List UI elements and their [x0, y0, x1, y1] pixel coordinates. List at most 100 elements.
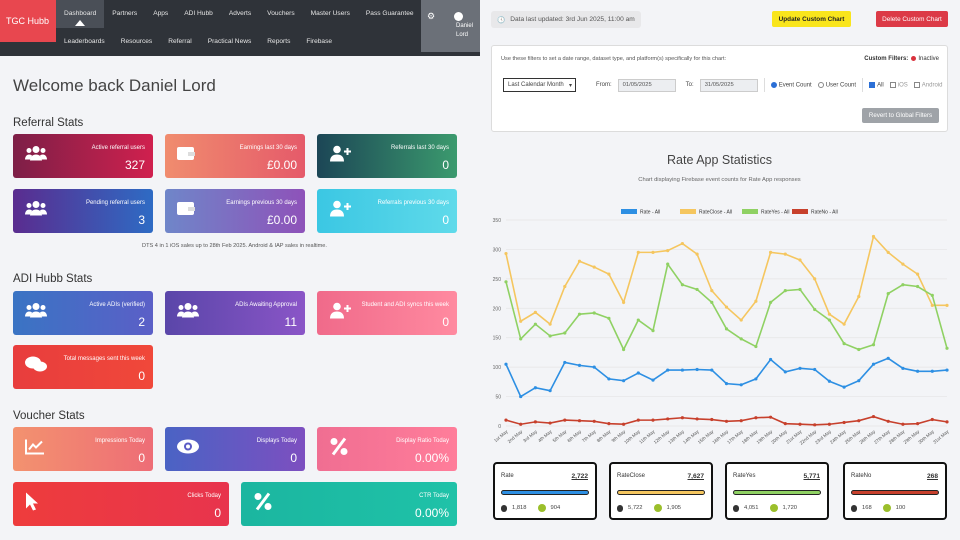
data-point[interactable]	[754, 344, 758, 349]
data-point[interactable]	[901, 262, 905, 266]
legend-label[interactable]: RateNo - All	[811, 210, 838, 216]
data-point[interactable]	[636, 418, 640, 422]
data-point[interactable]	[607, 422, 611, 426]
data-point[interactable]	[695, 367, 699, 372]
data-point[interactable]	[592, 265, 596, 269]
data-point[interactable]	[680, 283, 684, 287]
data-point[interactable]	[842, 322, 846, 326]
data-point[interactable]	[930, 293, 934, 297]
data-point[interactable]	[945, 303, 949, 307]
data-point[interactable]	[724, 305, 729, 309]
data-point[interactable]	[783, 252, 787, 256]
update-custom-chart-button[interactable]: Update Custom Chart	[772, 11, 851, 27]
data-point[interactable]	[754, 416, 758, 420]
data-point[interactable]	[548, 334, 552, 338]
data-point[interactable]	[533, 386, 537, 390]
data-point[interactable]	[930, 369, 934, 373]
data-point[interactable]	[592, 365, 596, 369]
data-point[interactable]	[798, 287, 802, 292]
data-point[interactable]	[857, 347, 861, 352]
data-point[interactable]	[666, 417, 670, 421]
user-menu[interactable]: ⚙ Daniel Lord	[421, 0, 480, 52]
logo[interactable]: TGC Hubb	[0, 0, 56, 42]
data-point[interactable]	[563, 284, 567, 289]
event-count-radio[interactable]: Event Count	[770, 81, 812, 88]
nav-leaderboards[interactable]: Leaderboards	[56, 28, 113, 56]
data-point[interactable]	[519, 319, 523, 323]
data-point[interactable]	[695, 252, 699, 256]
nav-adverts[interactable]: Adverts	[221, 0, 259, 28]
data-point[interactable]	[783, 422, 787, 426]
data-point[interactable]	[916, 284, 920, 289]
data-point[interactable]	[798, 258, 802, 262]
data-point[interactable]	[871, 414, 876, 419]
data-point[interactable]	[886, 419, 890, 423]
data-point[interactable]	[798, 422, 802, 426]
data-point[interactable]	[533, 322, 537, 326]
data-point[interactable]	[769, 250, 773, 254]
data-point[interactable]	[842, 342, 846, 346]
data-point[interactable]	[651, 250, 655, 254]
data-point[interactable]	[739, 419, 743, 423]
data-point[interactable]	[827, 318, 831, 322]
data-point[interactable]	[916, 422, 920, 426]
nav-practical-news[interactable]: Practical News	[200, 28, 260, 56]
data-point[interactable]	[607, 377, 611, 381]
legend-swatch[interactable]	[621, 209, 637, 214]
user-count-radio[interactable]: User Count	[817, 81, 856, 88]
nav-resources[interactable]: Resources	[113, 28, 161, 56]
data-point[interactable]	[666, 368, 670, 372]
data-point[interactable]	[886, 250, 890, 254]
data-point[interactable]	[651, 418, 655, 422]
nav-adi-hubb[interactable]: ADI Hubb	[176, 0, 221, 28]
stat-total[interactable]: 5,771	[803, 473, 820, 480]
data-point[interactable]	[857, 294, 861, 299]
data-point[interactable]	[651, 378, 655, 382]
date-range-select[interactable]: Last Calendar Month ▾	[503, 78, 576, 92]
data-point[interactable]	[695, 417, 699, 421]
settings-icon[interactable]: ⚙	[427, 11, 435, 22]
data-point[interactable]	[842, 420, 846, 425]
data-point[interactable]	[930, 417, 934, 422]
data-point[interactable]	[827, 422, 831, 426]
data-point[interactable]	[901, 422, 905, 426]
data-point[interactable]	[783, 289, 787, 293]
legend-swatch[interactable]	[742, 209, 758, 214]
data-point[interactable]	[813, 367, 817, 372]
data-point[interactable]	[548, 421, 552, 425]
data-point[interactable]	[680, 241, 684, 246]
data-point[interactable]	[901, 283, 905, 287]
data-point[interactable]	[519, 337, 523, 341]
ios-checkbox[interactable]: iOS	[889, 81, 908, 88]
data-point[interactable]	[724, 382, 729, 386]
data-point[interactable]	[636, 371, 640, 375]
data-point[interactable]	[930, 303, 934, 307]
nav-partners[interactable]: Partners	[104, 0, 145, 28]
data-point[interactable]	[577, 419, 582, 423]
data-point[interactable]	[622, 347, 626, 352]
data-point[interactable]	[813, 423, 817, 427]
legend-label[interactable]: RateYes - All	[761, 210, 789, 216]
data-point[interactable]	[710, 417, 714, 422]
data-point[interactable]	[916, 369, 920, 373]
data-point[interactable]	[754, 377, 758, 381]
data-point[interactable]	[945, 420, 949, 424]
data-point[interactable]	[504, 418, 508, 422]
data-point[interactable]	[842, 385, 846, 389]
data-point[interactable]	[504, 251, 508, 256]
legend-label[interactable]: Rate - All	[640, 210, 660, 216]
data-point[interactable]	[886, 356, 890, 360]
from-date-input[interactable]: 01/05/2025	[617, 78, 676, 92]
nav-pass-guarantee[interactable]: Pass Guarantee	[358, 0, 422, 28]
data-point[interactable]	[636, 318, 640, 322]
data-point[interactable]	[710, 368, 714, 372]
data-point[interactable]	[710, 300, 714, 304]
data-point[interactable]	[739, 383, 743, 387]
data-point[interactable]	[504, 362, 508, 366]
stat-total[interactable]: 7,627	[687, 473, 704, 480]
data-point[interactable]	[871, 234, 876, 239]
android-checkbox[interactable]: Android	[913, 81, 942, 88]
data-point[interactable]	[563, 360, 567, 365]
nav-reports[interactable]: Reports	[259, 28, 298, 56]
data-point[interactable]	[916, 272, 920, 276]
